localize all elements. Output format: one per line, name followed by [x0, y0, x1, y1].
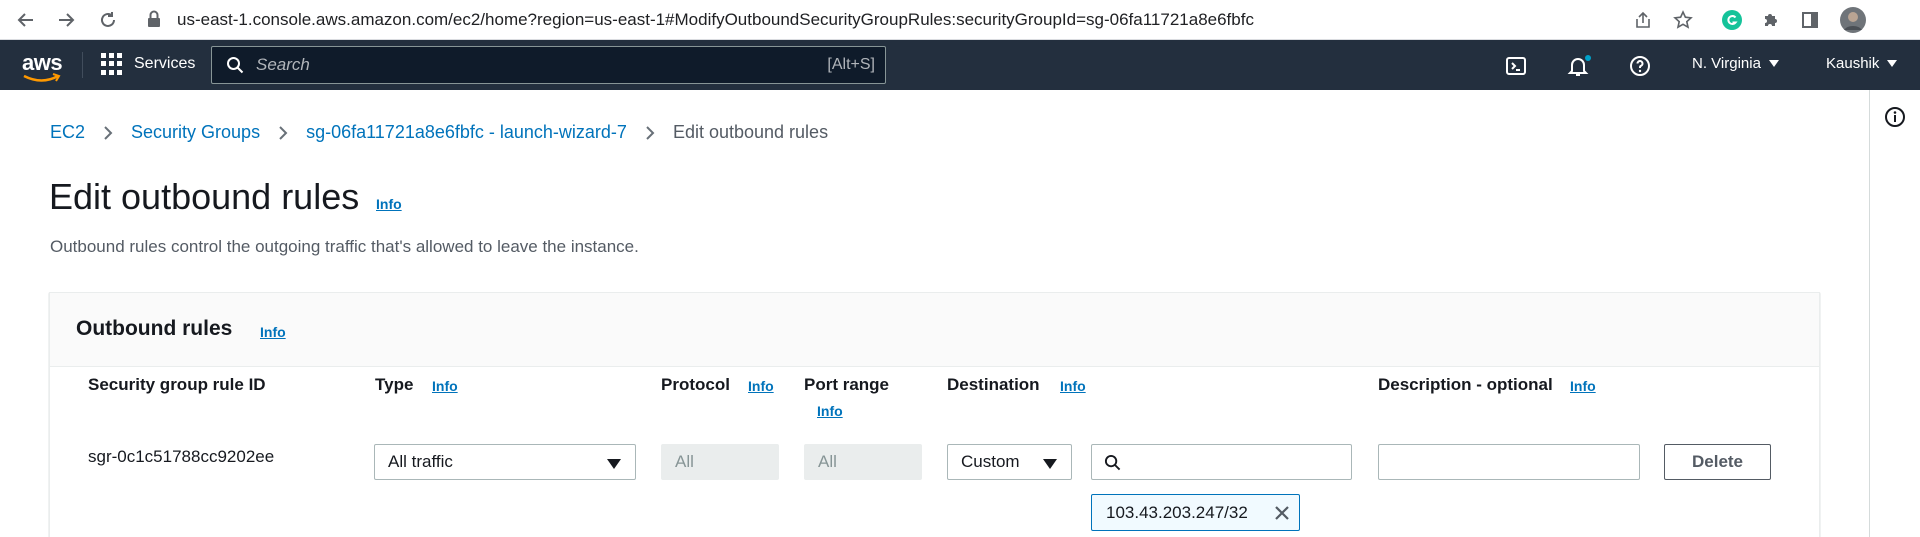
type-select[interactable]: All traffic: [374, 444, 636, 480]
destination-type-select[interactable]: Custom: [947, 444, 1072, 480]
help-panel-rail: [1869, 90, 1920, 537]
caret-down-icon: [607, 459, 621, 469]
services-label: Services: [134, 55, 196, 72]
delete-rule-button[interactable]: Delete: [1664, 444, 1771, 480]
side-panel-icon[interactable]: [1797, 7, 1823, 33]
chevron-right-icon: [278, 125, 288, 141]
page-info-link[interactable]: Info: [376, 196, 402, 212]
column-header-protocol: Protocol: [661, 375, 730, 394]
type-select-value: All traffic: [388, 452, 453, 471]
breadcrumb-security-groups[interactable]: Security Groups: [131, 122, 260, 143]
chevron-right-icon: [645, 125, 655, 141]
breadcrumb-current: Edit outbound rules: [672, 122, 829, 142]
search-icon: [1104, 454, 1121, 471]
caret-down-icon: [1887, 60, 1898, 67]
breadcrumb-security-group[interactable]: sg-06fa11721a8e6fbfc - launch-wizard-7: [306, 122, 627, 143]
caret-down-icon: [1768, 60, 1779, 67]
nav-divider: [82, 52, 83, 78]
port-range-field: All: [804, 444, 922, 480]
aws-smile-icon: [23, 73, 61, 82]
port-range-info-link[interactable]: Info: [817, 403, 843, 419]
panel-info-link[interactable]: Info: [260, 324, 286, 340]
cloudshell-icon[interactable]: [1503, 53, 1529, 79]
rule-id-value: sgr-0c1c51788cc9202ee: [88, 447, 275, 466]
outbound-rules-panel: Outbound rules Info Security group rule …: [49, 292, 1820, 537]
account-menu[interactable]: Kaushik: [1826, 55, 1898, 72]
destination-search-field[interactable]: [1091, 444, 1352, 480]
reload-icon[interactable]: [94, 6, 122, 34]
profile-avatar[interactable]: [1840, 7, 1866, 33]
share-icon[interactable]: [1630, 7, 1656, 33]
column-header-description: Description - optional: [1378, 375, 1553, 394]
description-input[interactable]: [1379, 445, 1639, 479]
region-label: N. Virginia: [1692, 55, 1761, 72]
description-field[interactable]: [1378, 444, 1640, 480]
protocol-field: All: [661, 444, 779, 480]
back-arrow-icon[interactable]: [12, 6, 40, 34]
page-description: Outbound rules control the outgoing traf…: [50, 237, 639, 256]
grid-icon: [101, 53, 123, 75]
column-header-port-range: Port range: [804, 375, 890, 394]
breadcrumb-ec2[interactable]: EC2: [50, 122, 85, 143]
browser-toolbar: us-east-1.console.aws.amazon.com/ec2/hom…: [0, 0, 1920, 40]
description-info-link[interactable]: Info: [1570, 378, 1596, 394]
breadcrumb: EC2 Security Groups sg-06fa11721a8e6fbfc…: [50, 122, 828, 143]
destination-input[interactable]: [1092, 445, 1351, 479]
info-circle-icon[interactable]: [1884, 106, 1906, 128]
address-bar[interactable]: us-east-1.console.aws.amazon.com/ec2/hom…: [177, 8, 1254, 32]
panel-header: Outbound rules Info: [50, 293, 1819, 367]
destination-type-value: Custom: [961, 452, 1020, 471]
caret-down-icon: [1043, 459, 1057, 469]
region-selector[interactable]: N. Virginia: [1692, 55, 1779, 72]
bookmark-star-icon[interactable]: [1670, 7, 1696, 33]
destination-token-label: 103.43.203.247/32: [1106, 502, 1248, 522]
services-menu-button[interactable]: Services: [101, 53, 195, 75]
search-shortcut-hint: [Alt+S]: [827, 56, 875, 73]
grammarly-icon[interactable]: [1719, 7, 1745, 33]
column-header-destination: Destination: [947, 375, 1040, 394]
column-header-type: Type: [375, 375, 414, 394]
destination-token: 103.43.203.247/32: [1091, 494, 1300, 531]
notifications-bell-icon[interactable]: [1566, 53, 1592, 79]
forward-arrow-icon[interactable]: [52, 6, 80, 34]
account-name: Kaushik: [1826, 55, 1880, 72]
column-header-rule-id: Security group rule ID: [88, 375, 266, 394]
lock-icon[interactable]: [147, 10, 161, 33]
aws-top-navigation: aws Services [Alt+S] N. Virginia Kaushik: [0, 40, 1920, 90]
chevron-right-icon: [103, 125, 113, 141]
search-icon: [227, 57, 244, 74]
extensions-icon[interactable]: [1758, 7, 1784, 33]
panel-title: Outbound rules: [76, 317, 233, 340]
global-search[interactable]: [Alt+S]: [211, 46, 886, 84]
close-icon[interactable]: [1273, 504, 1291, 522]
search-input[interactable]: [256, 53, 756, 77]
help-icon[interactable]: [1627, 53, 1653, 79]
protocol-info-link[interactable]: Info: [748, 378, 774, 394]
destination-info-link[interactable]: Info: [1060, 378, 1086, 394]
page-title: Edit outbound rules: [49, 176, 360, 217]
type-info-link[interactable]: Info: [432, 378, 458, 394]
